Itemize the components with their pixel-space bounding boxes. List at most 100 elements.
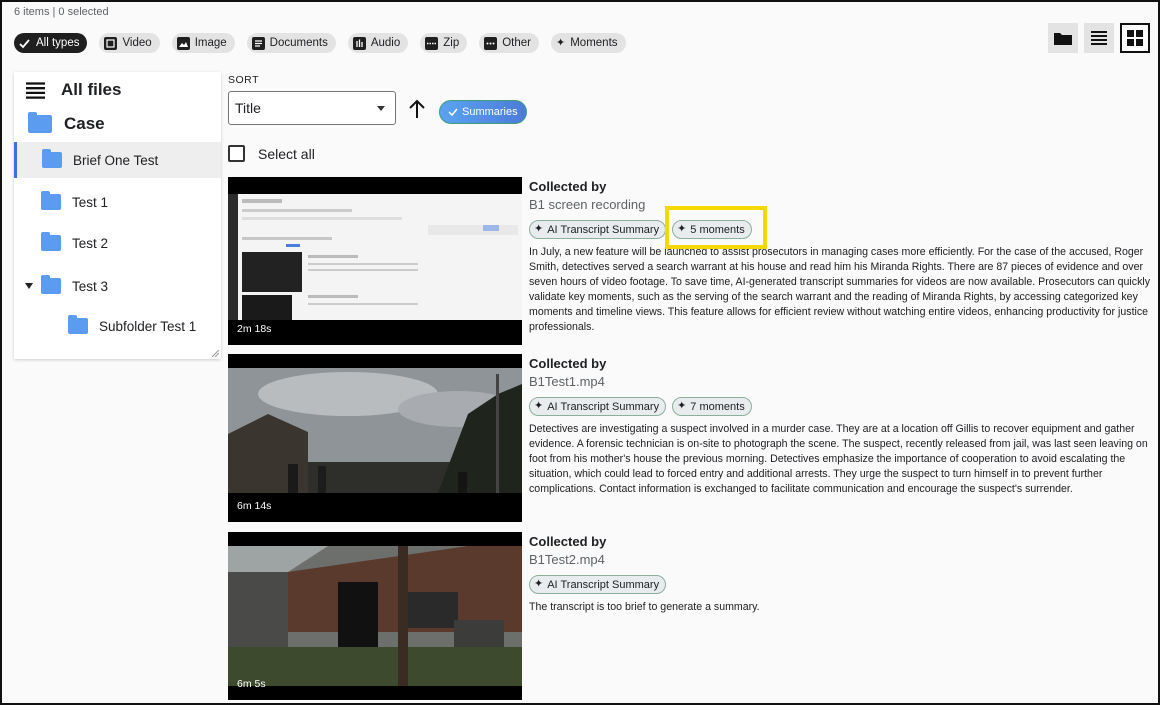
filter-all-types[interactable]: All types <box>14 33 88 53</box>
summaries-label: Summaries <box>462 106 518 118</box>
folder-view-icon <box>1054 33 1072 45</box>
sidebar-item-label: Test 1 <box>72 194 109 210</box>
sidebar-item-label: Subfolder Test 1 <box>99 318 197 334</box>
filter-label: Other <box>502 37 531 49</box>
video-thumbnail[interactable]: 6m 5s <box>228 532 522 700</box>
case-label: Case <box>64 114 105 133</box>
folder-icon <box>41 191 61 210</box>
check-icon <box>448 108 458 117</box>
app-frame: 6 items | 0 selected All types Video Ima… <box>0 0 1160 705</box>
sidebar-item-subfolder-test-1[interactable]: Subfolder Test 1 <box>14 308 221 344</box>
ai-summary-badge[interactable]: ✦ AI Transcript Summary <box>529 397 667 416</box>
badge-label: AI Transcript Summary <box>547 578 660 591</box>
moments-badge[interactable]: ✦ 7 moments <box>672 397 752 416</box>
file-name[interactable]: B1Test2.mp4 <box>529 552 1151 567</box>
folder-icon <box>41 232 61 251</box>
document-icon <box>251 36 265 50</box>
select-all-label: Select all <box>258 145 315 162</box>
file-info: Collected by B1Test1.mp4 ✦ AI Transcript… <box>529 354 1151 497</box>
file-info: Collected by B1 screen recording ✦ AI Tr… <box>529 177 1151 335</box>
screen-recording-thumbnail <box>228 177 522 345</box>
sidebar-item-test-1[interactable]: Test 1 <box>14 184 221 220</box>
filter-moments[interactable]: ✦ Moments <box>551 33 626 53</box>
badge-row: ✦ AI Transcript Summary <box>529 575 1151 594</box>
filter-label: Documents <box>269 37 328 49</box>
video-duration: 2m 18s <box>237 323 272 335</box>
type-filter-bar: All types Video Image Documents Audio Zi… <box>14 33 626 53</box>
folder-icon <box>42 149 62 168</box>
filter-image[interactable]: Image <box>171 33 235 53</box>
badge-row: ✦ AI Transcript Summary ✦ 5 moments <box>529 220 1151 239</box>
resize-handle-icon[interactable] <box>212 350 219 357</box>
filter-label: Moments <box>570 37 618 49</box>
file-info: Collected by B1Test2.mp4 ✦ AI Transcript… <box>529 532 1151 615</box>
folder-icon <box>28 112 52 133</box>
filter-label: Image <box>194 37 227 49</box>
selection-status: 6 items | 0 selected <box>14 6 109 18</box>
video-icon <box>104 36 118 50</box>
sort-label: SORT <box>228 74 259 86</box>
filter-other[interactable]: Other <box>479 33 539 53</box>
more-icon <box>484 36 498 50</box>
outdoor-video-thumbnail <box>228 354 522 522</box>
summaries-toggle[interactable]: Summaries <box>439 100 527 124</box>
list-view-button[interactable] <box>1084 23 1114 53</box>
highlight-box <box>665 206 767 249</box>
house-video-thumbnail <box>228 532 522 700</box>
badge-row: ✦ AI Transcript Summary ✦ 7 moments <box>529 397 1151 416</box>
grid-view-icon <box>1127 30 1143 46</box>
transcript-summary: Detectives are investigating a suspect i… <box>529 423 1148 495</box>
file-card[interactable]: 6m 14s Collected by B1Test1.mp4 ✦ AI Tra… <box>228 354 1152 522</box>
grid-view-button[interactable] <box>1120 23 1150 53</box>
folder-view-button[interactable] <box>1048 23 1078 53</box>
badge-label: 7 moments <box>690 400 745 413</box>
sidebar-item-test-2[interactable]: Test 2 <box>14 225 221 261</box>
sidebar-item-test-3[interactable]: Test 3 <box>14 268 221 304</box>
transcript-summary: The transcript is too brief to generate … <box>529 601 760 613</box>
ai-summary-badge[interactable]: ✦ AI Transcript Summary <box>529 220 667 239</box>
sparkle-icon: ✦ <box>534 400 544 412</box>
sort-direction-button[interactable] <box>407 98 427 120</box>
filter-label: Video <box>122 37 152 49</box>
file-card[interactable]: 6m 5s Collected by B1Test2.mp4 ✦ AI Tran… <box>228 532 1152 700</box>
video-thumbnail[interactable]: 6m 14s <box>228 354 522 522</box>
check-icon <box>18 37 31 50</box>
folder-icon <box>41 275 61 294</box>
arrow-up-icon <box>409 99 425 118</box>
collected-by-label: Collected by <box>529 179 607 194</box>
select-all[interactable]: Select all <box>228 145 315 162</box>
filter-label: All types <box>36 37 80 49</box>
view-toggle <box>1048 23 1150 53</box>
image-icon <box>176 36 190 50</box>
video-thumbnail[interactable]: 2m 18s <box>228 177 522 345</box>
list-view-icon <box>1091 31 1107 45</box>
filter-documents[interactable]: Documents <box>246 33 336 53</box>
ai-summary-badge[interactable]: ✦ AI Transcript Summary <box>529 575 667 594</box>
transcript-summary: In July, a new feature will be launched … <box>529 246 1151 333</box>
chevron-down-icon <box>377 106 385 111</box>
sidebar-item-label: Test 2 <box>72 235 109 251</box>
folder-icon <box>68 315 88 334</box>
folder-sidebar: All files Case Brief One Test Test 1 Tes… <box>14 72 221 359</box>
collected-by-label: Collected by <box>529 356 607 371</box>
sort-select[interactable]: Title <box>228 91 396 125</box>
file-name[interactable]: B1 screen recording <box>529 197 1151 212</box>
audio-icon <box>352 36 366 50</box>
select-all-checkbox[interactable] <box>228 145 245 162</box>
filter-video[interactable]: Video <box>99 33 160 53</box>
filter-label: Audio <box>370 37 401 49</box>
all-files-link[interactable]: All files <box>26 80 121 100</box>
file-card[interactable]: 2m 18s Collected by B1 screen recording … <box>228 177 1152 345</box>
sparkle-icon: ✦ <box>534 223 544 235</box>
caret-down-icon[interactable] <box>25 283 33 289</box>
case-folder[interactable]: Case <box>28 112 105 134</box>
file-name[interactable]: B1Test1.mp4 <box>529 374 1151 389</box>
sparkle-icon: ✦ <box>677 400 687 412</box>
filter-audio[interactable]: Audio <box>347 33 409 53</box>
sort-select-value: Title <box>235 100 261 116</box>
video-duration: 6m 14s <box>237 500 272 512</box>
sidebar-item-brief-one-test[interactable]: Brief One Test <box>14 142 221 178</box>
filter-zip[interactable]: Zip <box>420 33 468 53</box>
list-icon <box>26 81 45 99</box>
badge-label: AI Transcript Summary <box>547 400 660 413</box>
